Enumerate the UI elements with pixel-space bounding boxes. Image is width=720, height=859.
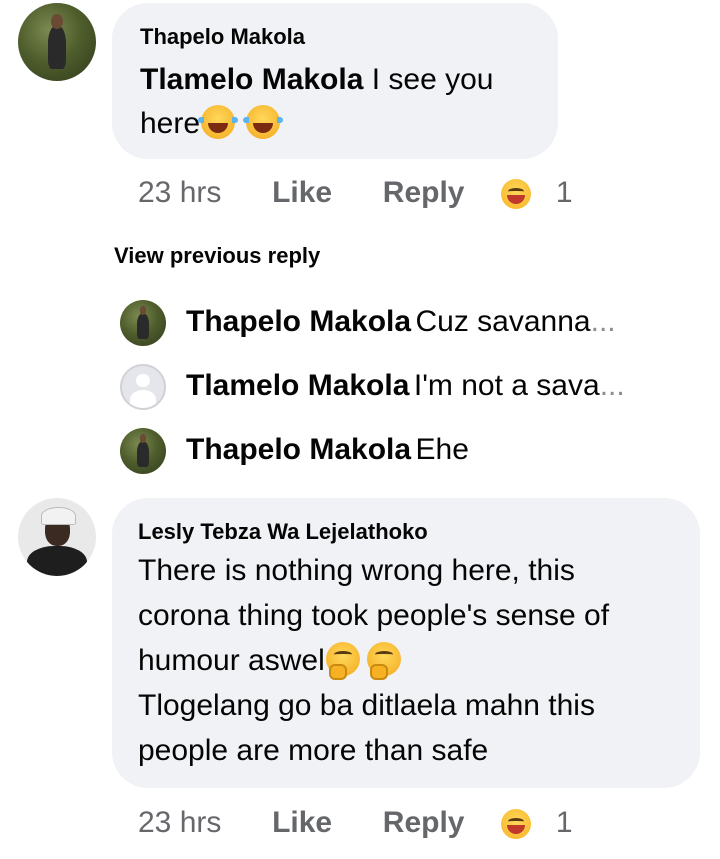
- reaction-count[interactable]: 1: [556, 806, 573, 839]
- reply-preview: Thapelo Makola Cuz savanna...: [186, 305, 616, 339]
- avatar-figure: [137, 306, 149, 340]
- avatar-figure: [47, 13, 67, 70]
- comment-text-line: humour aswel: [138, 638, 609, 683]
- comment-author[interactable]: Thapelo Makola: [140, 24, 305, 50]
- avatar-head: [136, 373, 150, 387]
- reply-button[interactable]: Reply: [383, 176, 465, 209]
- reply-snippet: Ehe: [415, 433, 469, 466]
- like-button[interactable]: Like: [272, 806, 332, 839]
- reply-author[interactable]: Thapelo Makola: [186, 305, 411, 338]
- avatar[interactable]: [120, 300, 166, 346]
- comment-body: There is nothing wrong here, this corona…: [138, 548, 609, 773]
- laughing-tears-emoji-icon: [198, 105, 239, 139]
- timestamp[interactable]: 23 hrs: [138, 806, 221, 839]
- reply-preview: Thapelo Makola Ehe: [186, 433, 469, 467]
- reply-snippet: Cuz savanna: [415, 305, 591, 338]
- avatar[interactable]: [18, 3, 96, 81]
- avatar[interactable]: [120, 428, 166, 474]
- avatar-shirt: [27, 546, 87, 576]
- reply-item[interactable]: Thapelo Makola Ehe: [120, 426, 700, 476]
- avatar-body: [130, 389, 156, 408]
- reaction-count[interactable]: 1: [556, 176, 573, 209]
- comment-text-line: people are more than safe: [138, 734, 489, 767]
- comment-actions: 23 hrs Like Reply 1: [138, 176, 573, 210]
- comment-text-line1: Tlamelo Makola I see you: [140, 57, 494, 102]
- reply-preview: Tlamelo Makola I'm not a sava...: [186, 369, 625, 403]
- default-avatar-icon[interactable]: [120, 364, 166, 410]
- avatar-figure: [137, 434, 149, 468]
- laughing-tears-emoji-icon: [243, 105, 284, 139]
- avatar-cap: [41, 507, 77, 525]
- reply-author[interactable]: Tlamelo Makola: [186, 369, 409, 402]
- comment-text: I see you: [371, 63, 494, 96]
- timestamp[interactable]: 23 hrs: [138, 176, 221, 209]
- reply-button[interactable]: Reply: [383, 806, 465, 839]
- like-button[interactable]: Like: [272, 176, 332, 209]
- thinking-emoji-icon: [366, 642, 401, 680]
- comment-text-line2: here: [140, 101, 284, 146]
- reply-author[interactable]: Thapelo Makola: [186, 433, 411, 466]
- mention-link[interactable]: Tlamelo Makola: [140, 63, 363, 96]
- comment-text-line: Tlogelang go ba ditlaela mahn this: [138, 689, 595, 722]
- comment-bubble: Lesly Tebza Wa Lejelathoko There is noth…: [112, 498, 700, 788]
- reply-snippet: I'm not a sava: [413, 369, 600, 402]
- laugh-reaction-icon[interactable]: [501, 179, 532, 210]
- comment-text: here: [140, 107, 201, 140]
- view-previous-reply-link[interactable]: View previous reply: [114, 243, 320, 269]
- comment-bubble: Thapelo Makola Tlamelo Makola I see you …: [112, 3, 558, 159]
- reply-item[interactable]: Tlamelo Makola I'm not a sava...: [120, 362, 700, 412]
- avatar[interactable]: [18, 498, 96, 576]
- comment-author[interactable]: Lesly Tebza Wa Lejelathoko: [138, 519, 428, 545]
- ellipsis: ...: [599, 369, 625, 402]
- comment-text-line: There is nothing wrong here, this: [138, 554, 575, 587]
- thinking-emoji-icon: [325, 642, 360, 680]
- comment-actions: 23 hrs Like Reply 1: [138, 806, 573, 840]
- reply-item[interactable]: Thapelo Makola Cuz savanna...: [120, 298, 700, 348]
- ellipsis: ...: [590, 305, 616, 338]
- laugh-reaction-icon[interactable]: [501, 809, 532, 840]
- comment-text-line: corona thing took people's sense of: [138, 599, 610, 632]
- comment-text: humour aswel: [138, 644, 325, 677]
